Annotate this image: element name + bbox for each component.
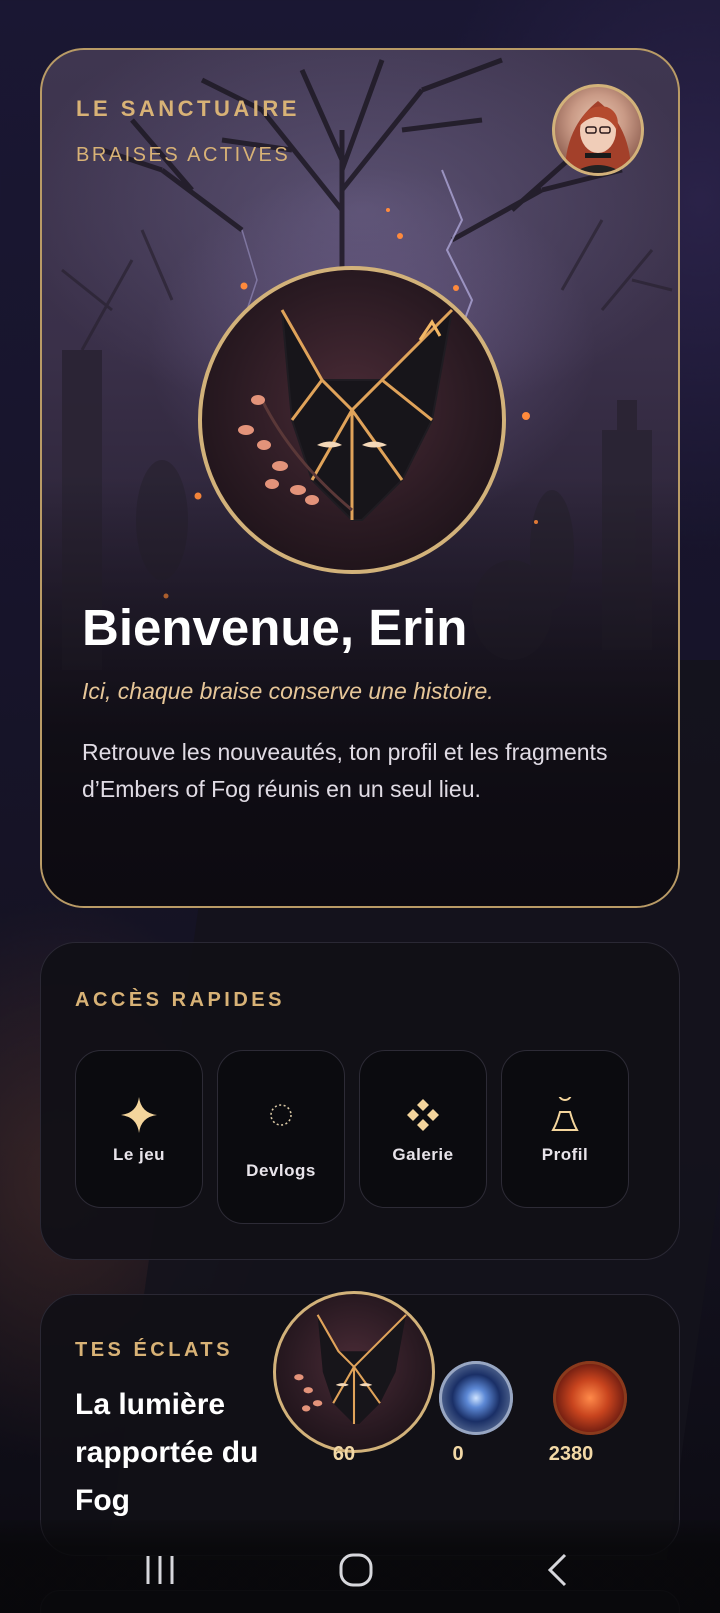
hero-card: LE SANCTUAIRE BRAISES ACTIVES Bienvenue,… <box>40 48 680 908</box>
shard-count-moon: 0 <box>452 1443 464 1465</box>
shards-title: TES ÉCLATS <box>75 1339 233 1361</box>
quick-access-card: ACCÈS RAPIDES Le jeu Devlogs Galerie Pro… <box>40 942 680 1260</box>
heart-coin-icon <box>553 1361 627 1435</box>
tile-devlogs[interactable]: Devlogs <box>217 1050 345 1224</box>
system-navigation-bar <box>0 1520 720 1613</box>
tile-label: Galerie <box>392 1145 454 1164</box>
shard-count-fox: 60 <box>332 1443 356 1465</box>
tile-profil[interactable]: Profil <box>501 1050 629 1208</box>
shard-count-heart: 2380 <box>548 1443 594 1465</box>
tile-label: Devlogs <box>246 1161 316 1180</box>
fox-emblem-badge <box>273 1291 435 1453</box>
tile-label: Profil <box>541 1145 589 1164</box>
back-chevron-icon <box>547 1553 567 1587</box>
sparkle-star-icon <box>120 1093 158 1137</box>
tile-label: Le jeu <box>112 1145 166 1164</box>
home-icon <box>339 1553 373 1587</box>
diamond-cluster-icon <box>405 1093 441 1137</box>
pawn-icon <box>549 1093 581 1137</box>
user-avatar[interactable] <box>552 84 644 176</box>
fox-mask-icon <box>238 307 454 521</box>
hero-eyebrow: LE SANCTUAIRE <box>76 96 300 121</box>
dotted-circle-icon <box>269 1093 293 1137</box>
tile-le-jeu[interactable]: Le jeu <box>75 1050 203 1208</box>
back-button[interactable] <box>528 1550 588 1590</box>
recent-apps-button[interactable] <box>130 1550 190 1590</box>
fox-mask-icon <box>294 1314 407 1424</box>
shards-card: TES ÉCLATS La lumière rapportée du Fog 6… <box>40 1291 680 1556</box>
moon-coin-icon <box>439 1361 513 1435</box>
hero-status-label: BRAISES ACTIVES <box>76 144 291 166</box>
hero-tagline: Ici, chaque braise conserve une histoire… <box>82 678 494 704</box>
welcome-title: Bienvenue, Erin <box>82 599 468 656</box>
home-button[interactable] <box>326 1550 386 1590</box>
fox-emblem <box>198 266 506 574</box>
hero-description: Retrouve les nouveautés, ton profil et l… <box>82 739 608 802</box>
recent-apps-icon <box>146 1556 174 1584</box>
avatar-portrait-icon <box>565 101 631 173</box>
shards-headline: La lumière rapportée du Fog <box>75 1388 259 1517</box>
quick-access-title: ACCÈS RAPIDES <box>75 989 285 1011</box>
tile-galerie[interactable]: Galerie <box>359 1050 487 1208</box>
